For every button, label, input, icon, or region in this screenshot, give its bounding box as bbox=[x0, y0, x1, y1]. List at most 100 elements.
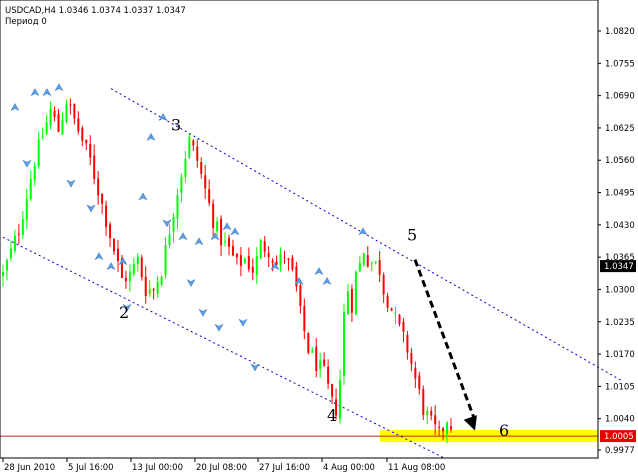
candle-body bbox=[430, 410, 433, 416]
candle-body bbox=[450, 426, 453, 430]
candle-body bbox=[196, 146, 199, 161]
candle-body bbox=[255, 256, 258, 275]
y-tick-label: 1.0560 bbox=[605, 156, 635, 166]
current-price-label: 1.0347 bbox=[604, 262, 634, 272]
candle-body bbox=[128, 271, 131, 282]
y-tick-label: 0.9977 bbox=[605, 446, 635, 456]
x-tick-label: 28 Jun 2010 bbox=[4, 463, 55, 473]
candle-body bbox=[216, 221, 219, 232]
x-tick-label: 11 Aug 08:00 bbox=[388, 463, 445, 473]
wave-label-2: 2 bbox=[119, 303, 129, 322]
candle-body bbox=[200, 162, 203, 174]
candle-body bbox=[283, 257, 286, 259]
x-tick-label: 4 Aug 00:00 bbox=[323, 463, 375, 473]
y-tick-label: 1.0495 bbox=[605, 189, 635, 199]
candle-body bbox=[180, 176, 183, 194]
candle-body bbox=[220, 218, 223, 246]
candle-body bbox=[109, 224, 112, 239]
candle-body bbox=[152, 289, 155, 291]
candle-body bbox=[358, 263, 361, 272]
candle-body bbox=[350, 288, 353, 313]
candle-body bbox=[307, 332, 310, 353]
candle-body bbox=[438, 427, 441, 429]
symbol-header: USDCAD,H4 1.0346 1.0374 1.0337 1.0347 bbox=[5, 6, 186, 16]
y-tick-label: 1.0235 bbox=[605, 318, 635, 328]
candle-body bbox=[17, 233, 20, 235]
candle-body bbox=[271, 260, 274, 263]
candle-body bbox=[224, 240, 227, 242]
candle-body bbox=[168, 234, 171, 246]
candle-body bbox=[156, 282, 159, 294]
candle-body bbox=[382, 274, 385, 295]
candle-body bbox=[188, 136, 191, 158]
candle-body bbox=[398, 314, 401, 324]
candle-body bbox=[354, 271, 357, 315]
candle-body bbox=[124, 277, 127, 282]
candle-body bbox=[5, 260, 8, 271]
candle-body bbox=[33, 166, 36, 181]
candle-body bbox=[85, 139, 88, 144]
candle-body bbox=[208, 189, 211, 203]
candle-body bbox=[319, 360, 322, 369]
candle-body bbox=[386, 296, 389, 308]
support-price-label: 1.0005 bbox=[604, 432, 634, 442]
candle-body bbox=[414, 367, 417, 379]
candle-body bbox=[160, 276, 163, 285]
candle-body bbox=[116, 248, 119, 261]
wave-label-4: 4 bbox=[327, 406, 337, 425]
price-chart: 2 3 4 5 6 1.0820 1.0755 1.0690 1.0625 1.0560 1.04… bbox=[0, 0, 638, 475]
candle-body bbox=[172, 216, 175, 232]
candle-body bbox=[204, 175, 207, 189]
candle-body bbox=[323, 359, 326, 366]
candle-body bbox=[97, 178, 100, 196]
candle-body bbox=[402, 321, 405, 332]
period-header: Период 0 bbox=[5, 17, 47, 27]
y-tick-label: 1.0690 bbox=[605, 92, 635, 102]
candle-body bbox=[259, 240, 262, 259]
candle-body bbox=[9, 248, 12, 258]
candle-body bbox=[299, 285, 302, 307]
candle-body bbox=[41, 136, 44, 138]
candle-body bbox=[303, 306, 306, 332]
candle-body bbox=[136, 256, 139, 265]
candle-body bbox=[327, 366, 330, 384]
y-tick-label: 1.0625 bbox=[605, 124, 635, 134]
candle-body bbox=[29, 179, 32, 200]
candle-body bbox=[247, 256, 250, 270]
wave-label-5: 5 bbox=[407, 226, 417, 245]
candle-body bbox=[315, 346, 318, 371]
candle-body bbox=[61, 119, 64, 135]
y-tick-label: 1.0170 bbox=[605, 350, 635, 360]
candle-body bbox=[49, 108, 52, 126]
x-tick-label: 20 Jul 08:00 bbox=[196, 463, 247, 473]
candle-body bbox=[410, 352, 413, 365]
candle-body bbox=[287, 258, 290, 260]
candle-body bbox=[311, 350, 314, 353]
y-tick-label: 1.0300 bbox=[605, 285, 635, 295]
candle-body bbox=[442, 428, 445, 432]
y-tick-label: 1.0430 bbox=[605, 221, 635, 231]
candle-body bbox=[53, 110, 56, 117]
candle-body bbox=[243, 259, 246, 263]
candle-body bbox=[105, 205, 108, 228]
candle-body bbox=[374, 261, 377, 264]
candle-body bbox=[339, 379, 342, 419]
candle-body bbox=[25, 198, 28, 221]
candle-body bbox=[2, 271, 4, 277]
candle-body bbox=[422, 389, 425, 415]
candle-body bbox=[418, 375, 421, 390]
candle-body bbox=[57, 113, 60, 132]
candle-body bbox=[93, 155, 96, 179]
chart-background bbox=[0, 0, 638, 475]
y-tick-label: 1.0755 bbox=[605, 59, 635, 69]
candle-body bbox=[176, 194, 179, 219]
candle-body bbox=[65, 104, 68, 122]
candle-body bbox=[81, 127, 84, 141]
x-tick-label: 27 Jul 16:00 bbox=[259, 463, 310, 473]
candle-body bbox=[406, 334, 409, 353]
candle-body bbox=[101, 193, 104, 204]
candle-body bbox=[228, 237, 230, 247]
candle-body bbox=[346, 291, 349, 315]
candle-body bbox=[69, 104, 72, 106]
candle-body bbox=[366, 255, 369, 267]
